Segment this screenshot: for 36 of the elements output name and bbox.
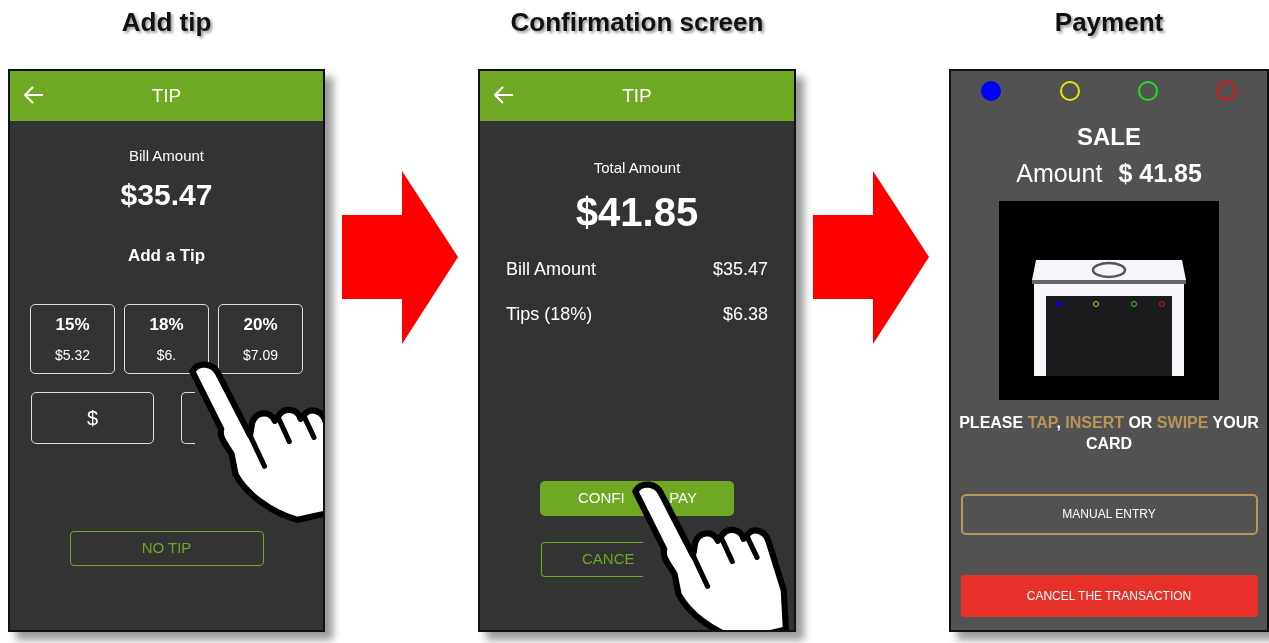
card-prompt: PLEASE TAP, INSERT OR SWIPE YOUR CARD — [958, 412, 1260, 454]
panel-title: Confirmation screen — [510, 6, 764, 39]
add-tip-label: Add a Tip — [127, 244, 206, 267]
manual-entry-button[interactable]: MANUAL ENTRY — [960, 493, 1258, 535]
summary-value: $35.47 — [712, 257, 768, 281]
total-amount: $41.85 — [575, 188, 699, 236]
total-label: Total Amount — [593, 158, 681, 178]
custom-tip-button[interactable]: $ — [31, 392, 154, 444]
tip-amount: $5.32 — [54, 346, 90, 366]
tip-amount: $6. — [156, 346, 177, 366]
tip-percent: 20% — [243, 313, 278, 336]
amount-label: Amount — [1016, 158, 1103, 189]
summary-value: $6.38 — [722, 302, 768, 326]
panel-title: Add tip — [121, 6, 212, 39]
custom-tip-button[interactable] — [181, 392, 195, 444]
back-arrow-icon[interactable] — [24, 86, 44, 104]
tip-option-button[interactable]: 20% $7.09 — [218, 304, 303, 374]
back-arrow-icon[interactable] — [494, 86, 514, 104]
header-title: TIP — [151, 83, 182, 108]
summary-label: Tips (18%) — [506, 302, 593, 326]
tip-amount: $7.09 — [242, 346, 278, 366]
no-tip-button[interactable]: NO TIP — [69, 531, 264, 566]
sale-label: SALE — [1077, 122, 1141, 152]
tip-option-button[interactable]: 15% $5.32 — [30, 304, 115, 374]
bill-amount: $35.47 — [120, 176, 213, 213]
bill-label: Bill Amount — [128, 146, 204, 166]
cancel-button[interactable]: CANCE — [541, 541, 643, 577]
amount-value: $ 41.85 — [1118, 158, 1202, 189]
tip-percent: 15% — [55, 313, 90, 336]
flow-arrow-icon — [342, 171, 458, 344]
header-title: TIP — [622, 83, 652, 108]
panel-title: Payment — [1054, 6, 1164, 39]
summary-label: Bill Amount — [506, 257, 597, 281]
flow-arrow-icon — [813, 171, 929, 344]
tip-percent: 18% — [149, 313, 184, 336]
cancel-transaction-button[interactable]: CANCEL THE TRANSACTION — [960, 574, 1258, 617]
